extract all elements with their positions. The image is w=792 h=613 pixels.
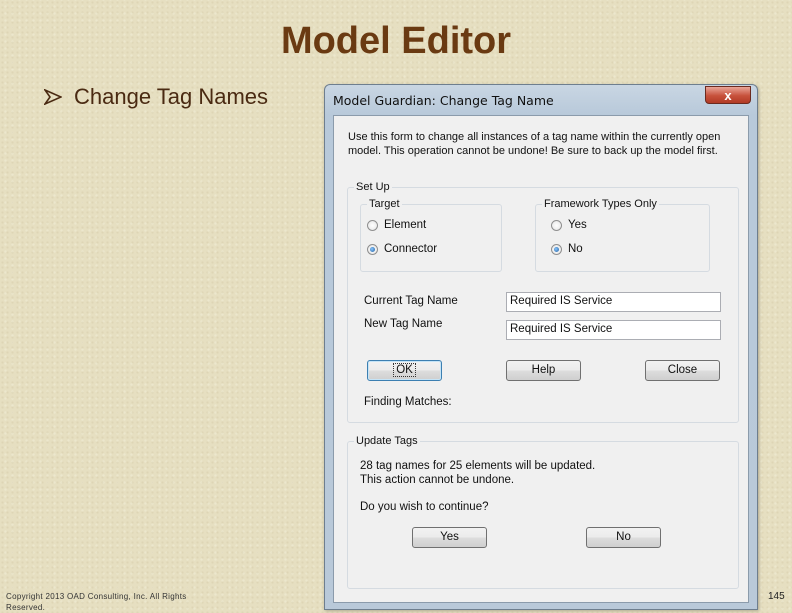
instructions-text: Use this form to change all instances of… <box>348 131 721 157</box>
copyright-footer: Copyright 2013 OAD Consulting, Inc. All … <box>6 592 187 612</box>
ok-button-label: OK <box>393 363 416 377</box>
update-tags-group: Update Tags 28 tag names for 25 elements… <box>347 434 739 589</box>
setup-group: Set Up Target Element Connector Framewor… <box>347 180 739 423</box>
radio-connector-label: Connector <box>384 243 438 255</box>
change-tag-name-dialog: Model Guardian: Change Tag Name x Use th… <box>324 84 758 610</box>
radio-yes[interactable]: Yes <box>551 219 587 231</box>
dialog-title: Model Guardian: Change Tag Name <box>333 93 554 108</box>
window-close-button[interactable]: x <box>705 86 751 104</box>
slide-title: Model Editor <box>280 20 512 62</box>
ok-button[interactable]: OK <box>367 360 442 381</box>
radio-connector[interactable]: Connector <box>367 243 437 255</box>
radio-button-no[interactable] <box>551 243 562 255</box>
close-icon: x <box>724 88 732 103</box>
radio-yes-label: Yes <box>568 219 587 231</box>
update-group-label: Update Tags <box>354 434 420 448</box>
yes-button[interactable]: Yes <box>412 527 487 548</box>
dialog-titlebar[interactable]: Model Guardian: Change Tag Name x <box>325 85 757 115</box>
framework-group-label: Framework Types Only <box>542 197 659 211</box>
page-number: 145 <box>768 591 785 602</box>
radio-button-connector[interactable] <box>367 243 378 255</box>
target-group: Target Element Connector <box>360 197 502 272</box>
setup-group-label: Set Up <box>354 180 392 194</box>
current-tag-input[interactable]: Required IS Service <box>506 292 721 312</box>
radio-element-label: Element <box>384 219 427 231</box>
framework-types-group: Framework Types Only Yes No <box>535 197 710 272</box>
bullet-text: Change Tag Names <box>74 84 269 109</box>
continue-question: Do you wish to continue? <box>360 501 489 513</box>
radio-button-yes[interactable] <box>551 219 562 231</box>
update-warning-text: This action cannot be undone. <box>360 474 515 486</box>
arrow-bullet-icon <box>44 89 62 105</box>
radio-no-label: No <box>568 243 583 255</box>
yes-button-label: Yes <box>440 531 459 543</box>
radio-element[interactable]: Element <box>367 219 426 231</box>
bullet-item: Change Tag Names <box>44 84 268 110</box>
help-button-label: Help <box>531 364 556 376</box>
dialog-client-area: Use this form to change all instances of… <box>333 115 749 603</box>
radio-no[interactable]: No <box>551 243 583 255</box>
help-button[interactable]: Help <box>506 360 581 381</box>
no-button-label: No <box>616 531 631 543</box>
close-button-label: Close <box>667 364 698 376</box>
update-summary-text: 28 tag names for 25 elements will be upd… <box>360 460 596 472</box>
target-group-label: Target <box>367 197 402 211</box>
current-tag-label: Current Tag Name <box>364 295 458 307</box>
finding-matches-label: Finding Matches: <box>364 396 452 408</box>
radio-button-element[interactable] <box>367 219 378 231</box>
new-tag-input[interactable]: Required IS Service <box>506 320 721 340</box>
close-button[interactable]: Close <box>645 360 720 381</box>
no-button[interactable]: No <box>586 527 661 548</box>
new-tag-label: New Tag Name <box>364 318 443 330</box>
